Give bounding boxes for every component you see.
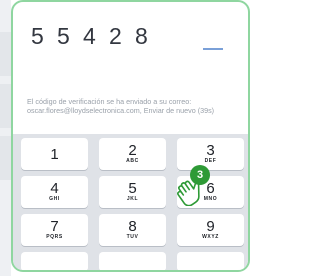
verification-code-display[interactable]: 5 5 4 2 8 — [31, 20, 161, 52]
key-letters: TUV — [126, 234, 139, 240]
key-number: 1 — [50, 146, 59, 163]
background-side-panel — [0, 0, 11, 276]
phone-screen: 5 5 4 2 8 El código de verificación se h… — [11, 0, 250, 272]
key-row-partial — [21, 252, 88, 270]
key-3[interactable]: 3 DEF — [177, 138, 244, 170]
key-8[interactable]: 8 TUV — [99, 214, 166, 246]
side-tab — [0, 136, 11, 180]
key-row-partial — [177, 252, 244, 270]
key-letters: WXYZ — [202, 234, 219, 240]
key-9[interactable]: 9 WXYZ — [177, 214, 244, 246]
key-letters: GHI — [49, 196, 60, 202]
key-number: 8 — [128, 218, 137, 235]
key-number: 2 — [128, 142, 137, 159]
key-number: 4 — [50, 180, 59, 197]
code-digit: 2 — [109, 23, 122, 49]
side-tab — [0, 84, 11, 128]
key-2[interactable]: 2 ABC — [99, 138, 166, 170]
key-5[interactable]: 5 JKL — [99, 176, 166, 208]
side-tab — [0, 32, 11, 76]
step-number-badge: 3 — [190, 165, 210, 185]
code-input-cursor[interactable] — [203, 48, 223, 50]
code-digit: 8 — [135, 23, 148, 49]
key-number: 9 — [206, 218, 215, 235]
key-7[interactable]: 7 PQRS — [21, 214, 88, 246]
key-4[interactable]: 4 GHI — [21, 176, 88, 208]
key-letters: PQRS — [46, 234, 63, 240]
key-letters: ABC — [126, 158, 139, 164]
code-digit: 5 — [31, 23, 44, 49]
key-number: 7 — [50, 218, 59, 235]
key-letters: JKL — [126, 196, 139, 202]
key-row-partial — [99, 252, 166, 270]
code-digit: 5 — [57, 23, 70, 49]
resize-handle-icon — [247, 269, 248, 270]
key-number: 5 — [128, 180, 137, 197]
key-number: 3 — [206, 142, 215, 159]
key-letters: DEF — [204, 158, 217, 164]
key-1[interactable]: 1 — [21, 138, 88, 170]
code-digit: 4 — [83, 23, 96, 49]
verification-message: El código de verificación se ha enviado … — [27, 97, 215, 115]
